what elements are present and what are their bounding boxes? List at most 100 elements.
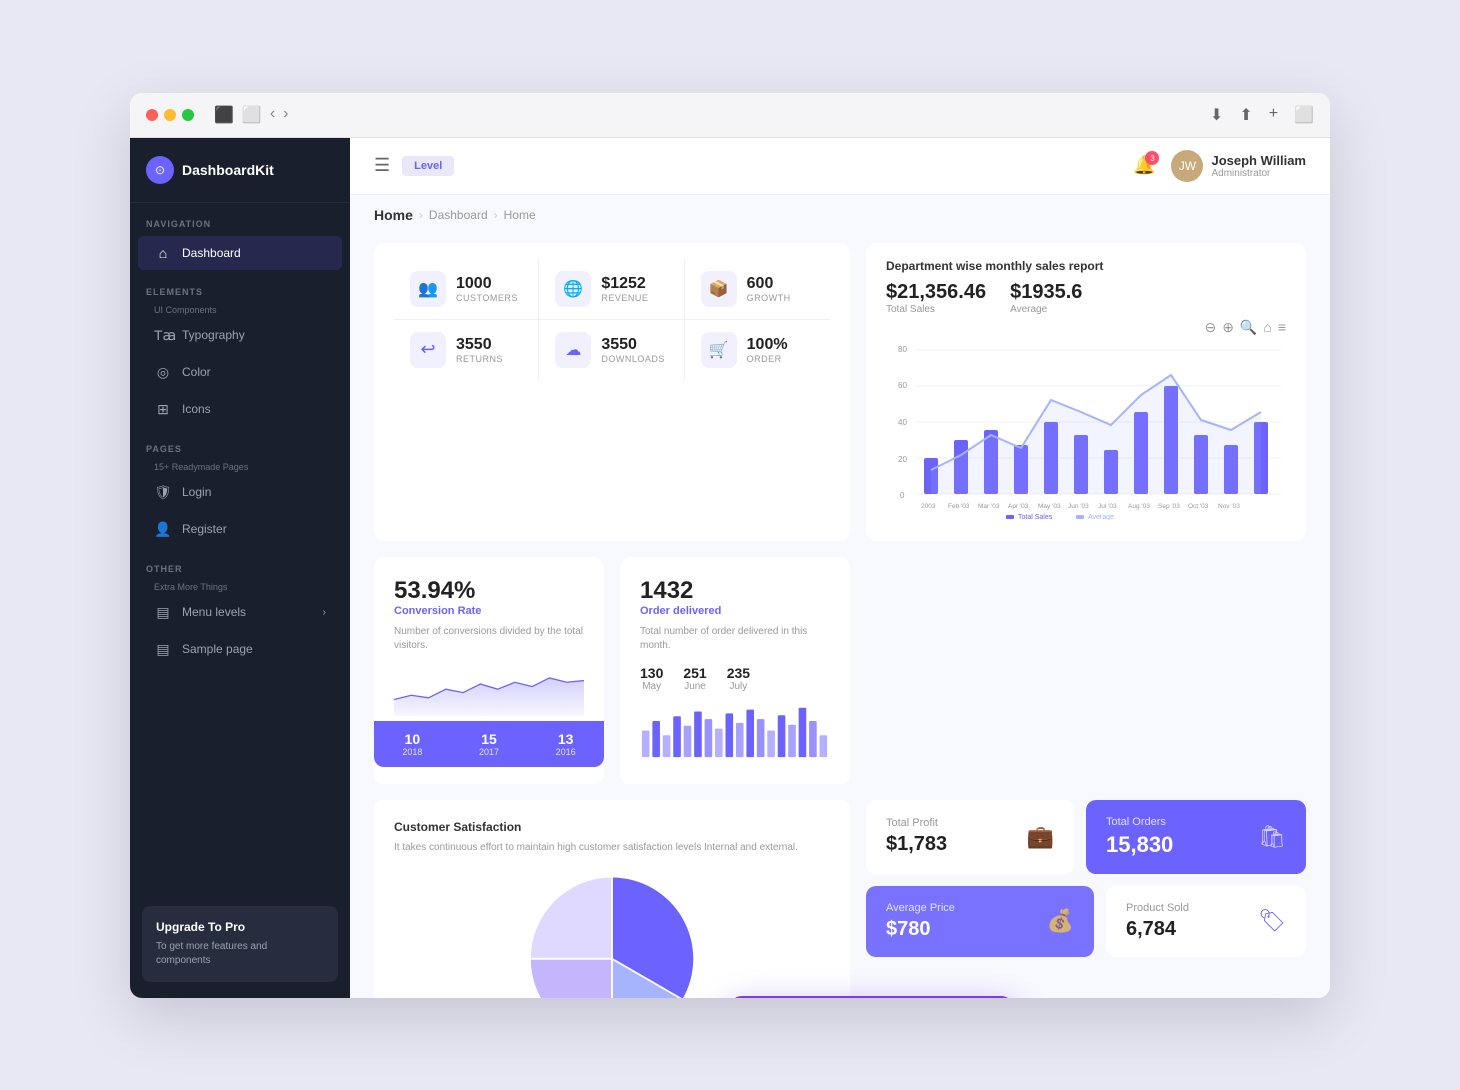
close-dot[interactable] xyxy=(146,109,158,121)
stat-order-label: ORDER xyxy=(747,354,788,364)
average-label: Average xyxy=(1010,304,1082,315)
order-bar-chart xyxy=(640,702,830,759)
tab-icon[interactable]: ⬜ xyxy=(1294,105,1314,125)
order-month-july: 235 July xyxy=(727,665,750,692)
elements-sub-label: UI Components xyxy=(138,303,342,317)
sidebar-item-color-label: Color xyxy=(182,365,211,379)
sidebar-item-register[interactable]: 👤 Register xyxy=(138,512,342,547)
breadcrumb: Home › Dashboard › Home xyxy=(350,195,1330,235)
chart-home-icon[interactable]: ⌂ xyxy=(1263,319,1271,336)
chart-search-icon[interactable]: 🔍 xyxy=(1240,319,1257,336)
row-1: 👥 1000 CUSTOMERS 🌐 $1252 REVE xyxy=(374,243,1306,541)
svg-text:Mar '03: Mar '03 xyxy=(978,503,1000,510)
stat-returns: ↩ 3550 RETURNS xyxy=(394,320,539,380)
maximize-dot[interactable] xyxy=(182,109,194,121)
topbar: ☰ Level 🔔 3 JW Joseph William Administra… xyxy=(350,138,1330,195)
login-icon: 🛡 xyxy=(154,484,172,501)
sidebar-item-menu-levels[interactable]: ▤ Menu levels › xyxy=(138,595,342,630)
dashboard-icon: ⌂ xyxy=(154,245,172,261)
stat-returns-value: 3550 xyxy=(456,336,503,354)
stat-growth-value: 600 xyxy=(747,275,791,293)
browser-nav[interactable]: ⬛ ⬜ ‹ › xyxy=(214,105,289,125)
stats-grid: 👥 1000 CUSTOMERS 🌐 $1252 REVE xyxy=(394,259,830,380)
svg-text:Nov '03: Nov '03 xyxy=(1218,503,1240,510)
share-icon[interactable]: ⬆ xyxy=(1239,105,1252,125)
conv-month-3-label: 2016 xyxy=(527,747,604,757)
svg-text:Total Sales: Total Sales xyxy=(1018,514,1053,520)
chart-zoom-out-icon[interactable]: ⊖ xyxy=(1204,319,1216,336)
conv-month-3: 13 2016 xyxy=(527,731,604,757)
sidebar-item-sample-page[interactable]: ▤ Sample page xyxy=(138,632,342,667)
sidebar: ⊙ DashboardKit NAVIGATION ⌂ Dashboard EL… xyxy=(130,138,350,998)
pie-chart xyxy=(512,865,712,998)
breadcrumb-dashboard[interactable]: Dashboard xyxy=(429,208,488,222)
order-july-label: July xyxy=(727,681,750,692)
stat-growth-label: GROWTH xyxy=(747,293,791,303)
profit-icon: 💼 xyxy=(1027,824,1054,850)
product-sold-label: Product Sold xyxy=(1126,902,1189,914)
hamburger-icon[interactable]: ☰ xyxy=(374,155,390,176)
sales-chart-title: Department wise monthly sales report xyxy=(886,259,1286,273)
conv-month-3-num: 13 xyxy=(527,731,604,747)
upgrade-section[interactable]: Upgrade To Pro To get more features and … xyxy=(142,906,338,982)
sample-page-icon: ▤ xyxy=(154,641,172,658)
sidebar-item-color[interactable]: ◎ Color xyxy=(138,355,342,390)
order-june-label: June xyxy=(683,681,706,692)
order-may-num: 130 xyxy=(640,665,663,681)
other-sub-label: Extra More Things xyxy=(138,580,342,594)
customer-sat-card: Customer Satisfaction It takes continuou… xyxy=(374,800,850,998)
minimize-dot[interactable] xyxy=(164,109,176,121)
product-sold-icon: 🏷 xyxy=(1258,908,1286,934)
stat-revenue-label: REVENUE xyxy=(601,293,648,303)
total-sales-label: Total Sales xyxy=(886,304,986,315)
browser-dots xyxy=(146,109,194,121)
sidebar-item-typography[interactable]: Tꜳ Typography xyxy=(138,318,342,353)
chart-zoom-icon[interactable]: ⊕ xyxy=(1222,319,1234,336)
icons-icon: ⊞ xyxy=(154,401,172,418)
nav-columns-icon[interactable]: ⬜ xyxy=(242,105,262,125)
stats-card: 👥 1000 CUSTOMERS 🌐 $1252 REVE xyxy=(374,243,850,541)
conv-month-1-num: 10 xyxy=(374,731,451,747)
svg-text:20: 20 xyxy=(898,455,907,464)
conversion-card: 53.94% Conversion Rate Number of convers… xyxy=(374,557,604,784)
avg-price-label: Average Price xyxy=(886,902,955,914)
sidebar-item-dashboard[interactable]: ⌂ Dashboard xyxy=(138,236,342,270)
stat-customers-value: 1000 xyxy=(456,275,518,293)
order-month-may: 130 May xyxy=(640,665,663,692)
stat-order-value: 100% xyxy=(747,336,788,354)
chart-tools: ⊖ ⊕ 🔍 ⌂ ≡ xyxy=(886,319,1286,336)
typography-icon: Tꜳ xyxy=(154,327,172,344)
total-orders-icon: 🛍 xyxy=(1258,824,1286,850)
svg-text:0: 0 xyxy=(900,491,905,500)
level-badge[interactable]: Level xyxy=(402,156,454,176)
stat-order: 🛒 100% ORDER xyxy=(685,320,830,380)
add-tab-icon[interactable]: + xyxy=(1269,105,1278,125)
nav-back-icon[interactable]: ⬛ xyxy=(214,105,234,125)
row-3: Customer Satisfaction It takes continuou… xyxy=(374,800,1306,998)
order-month-june: 251 June xyxy=(683,665,706,692)
conv-month-1-label: 2018 xyxy=(374,747,451,757)
nav-next-icon[interactable]: › xyxy=(283,105,288,125)
sidebar-item-login-label: Login xyxy=(182,485,211,499)
nav-prev-icon[interactable]: ‹ xyxy=(270,105,275,125)
stat-downloads: ☁ 3550 DOWNLOADS xyxy=(539,320,684,380)
svg-text:Oct '03: Oct '03 xyxy=(1188,503,1209,510)
notification-icon[interactable]: 🔔 3 xyxy=(1133,155,1155,176)
pages-sub-label: 15+ Readymade Pages xyxy=(138,460,342,474)
chart-menu-icon[interactable]: ≡ xyxy=(1278,319,1286,336)
product-sold-card: Product Sold 6,784 🏷 xyxy=(1106,886,1306,957)
sidebar-item-typography-label: Typography xyxy=(182,328,245,342)
download-icon[interactable]: ⬇ xyxy=(1210,105,1223,125)
user-name: Joseph William xyxy=(1211,153,1306,168)
conv-month-2: 15 2017 xyxy=(451,731,528,757)
order-june-num: 251 xyxy=(683,665,706,681)
svg-text:Average: Average xyxy=(1088,514,1114,520)
logo-icon: ⊙ xyxy=(146,156,174,184)
breadcrumb-home[interactable]: Home xyxy=(374,207,413,223)
sidebar-item-login[interactable]: 🛡 Login xyxy=(138,475,342,510)
sidebar-item-register-label: Register xyxy=(182,522,227,536)
user-role: Administrator xyxy=(1211,168,1306,179)
user-info: JW Joseph William Administrator xyxy=(1171,150,1306,182)
sidebar-item-icons[interactable]: ⊞ Icons xyxy=(138,392,342,427)
order-icon: 🛒 xyxy=(701,332,737,368)
